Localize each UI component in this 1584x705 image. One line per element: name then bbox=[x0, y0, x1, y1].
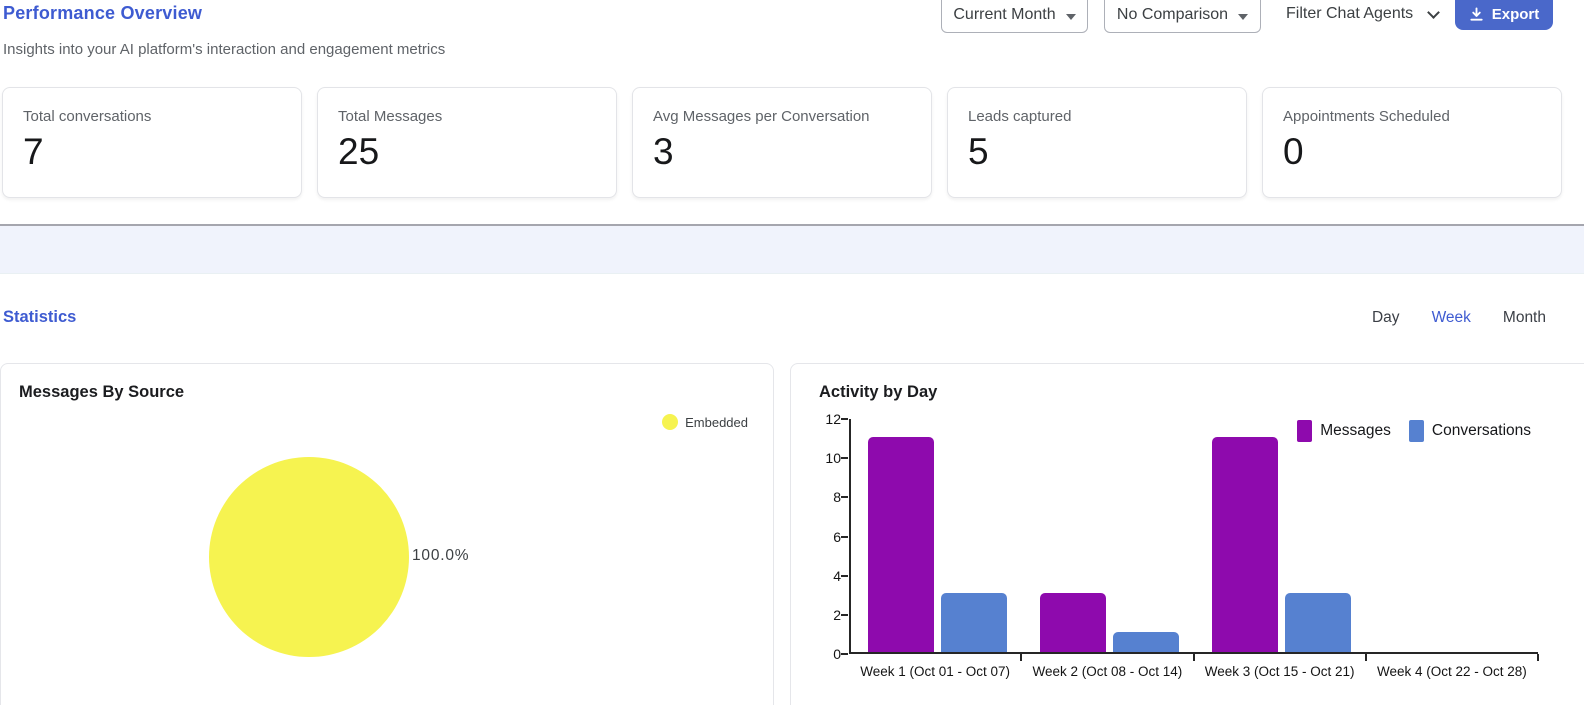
x-category-label: Week 2 (Oct 08 - Oct 14) bbox=[1021, 664, 1193, 679]
pie-chart-title: Messages By Source bbox=[19, 383, 184, 402]
metric-label: Avg Messages per Conversation bbox=[653, 108, 911, 125]
y-tick-label: 12 bbox=[795, 411, 841, 427]
page-subtitle: Insights into your AI platform's interac… bbox=[3, 41, 445, 58]
y-tick-label: 0 bbox=[795, 646, 841, 662]
period-dropdown-value: Current Month bbox=[953, 6, 1055, 24]
metric-value: 7 bbox=[23, 131, 281, 173]
statistics-title: Statistics bbox=[3, 308, 76, 327]
y-tick-mark bbox=[841, 653, 848, 655]
caret-down-icon bbox=[1066, 14, 1076, 20]
x-tick-mark bbox=[1020, 654, 1022, 661]
messages-by-source-card: Messages By Source Embedded 100.0% bbox=[0, 363, 774, 705]
y-tick-label: 2 bbox=[795, 607, 841, 623]
export-button[interactable]: Export bbox=[1455, 0, 1553, 30]
section-divider-band bbox=[0, 224, 1584, 274]
x-category-label: Week 4 (Oct 22 - Oct 28) bbox=[1366, 664, 1538, 679]
toggle-week[interactable]: Week bbox=[1432, 309, 1471, 327]
bar-messages-1 bbox=[868, 437, 934, 652]
filter-chat-agents-label: Filter Chat Agents bbox=[1286, 5, 1413, 23]
metric-value: 5 bbox=[968, 131, 1226, 173]
bar-messages-2 bbox=[1040, 593, 1106, 652]
legend-label: Embedded bbox=[685, 415, 748, 430]
y-tick-mark bbox=[841, 536, 848, 538]
bar-plot-area bbox=[849, 419, 1538, 654]
pie-slice-embedded bbox=[209, 457, 409, 657]
legend-swatch bbox=[662, 414, 678, 430]
bar-conversations-3 bbox=[1285, 593, 1351, 652]
comparison-dropdown[interactable]: No Comparison bbox=[1104, 0, 1261, 33]
metric-label: Appointments Scheduled bbox=[1283, 108, 1541, 125]
metric-value: 3 bbox=[653, 131, 911, 173]
metric-card-appointments-scheduled: Appointments Scheduled 0 bbox=[1262, 87, 1562, 198]
y-tick-mark bbox=[841, 614, 848, 616]
x-tick-mark bbox=[1365, 654, 1367, 661]
metric-card-avg-messages: Avg Messages per Conversation 3 bbox=[632, 87, 932, 198]
pie-legend-item-embedded: Embedded bbox=[662, 414, 748, 430]
chevron-down-icon bbox=[1427, 6, 1440, 19]
period-dropdown[interactable]: Current Month bbox=[941, 0, 1088, 33]
bar-conversations-2 bbox=[1113, 632, 1179, 652]
x-category-label: Week 1 (Oct 01 - Oct 07) bbox=[849, 664, 1021, 679]
filter-chat-agents-dropdown[interactable]: Filter Chat Agents bbox=[1286, 5, 1438, 23]
metric-value: 0 bbox=[1283, 131, 1541, 173]
metric-cards-row: Total conversations 7 Total Messages 25 … bbox=[2, 87, 1562, 198]
y-tick-label: 4 bbox=[795, 568, 841, 584]
metric-value: 25 bbox=[338, 131, 596, 173]
bar-chart-title: Activity by Day bbox=[819, 383, 937, 402]
toggle-day[interactable]: Day bbox=[1372, 309, 1400, 327]
x-tick-mark bbox=[1537, 654, 1539, 661]
y-tick-mark bbox=[841, 457, 848, 459]
y-tick-mark bbox=[841, 575, 848, 577]
page-title: Performance Overview bbox=[3, 3, 202, 24]
x-category-label: Week 3 (Oct 15 - Oct 21) bbox=[1194, 664, 1366, 679]
toggle-month[interactable]: Month bbox=[1503, 309, 1546, 327]
granularity-toggle: Day Week Month bbox=[1372, 309, 1546, 327]
bar-conversations-1 bbox=[941, 593, 1007, 652]
y-tick-label: 6 bbox=[795, 529, 841, 545]
metric-card-total-conversations: Total conversations 7 bbox=[2, 87, 302, 198]
bar-messages-3 bbox=[1212, 437, 1278, 652]
metric-card-total-messages: Total Messages 25 bbox=[317, 87, 617, 198]
metric-card-leads-captured: Leads captured 5 bbox=[947, 87, 1247, 198]
y-tick-mark bbox=[841, 418, 848, 420]
comparison-dropdown-value: No Comparison bbox=[1117, 6, 1228, 24]
y-tick-label: 10 bbox=[795, 450, 841, 466]
export-button-label: Export bbox=[1492, 6, 1540, 23]
y-tick-label: 8 bbox=[795, 489, 841, 505]
statistics-header-row: Statistics Day Week Month bbox=[3, 308, 1546, 327]
activity-by-day-card: Activity by Day MessagesConversations 02… bbox=[790, 363, 1584, 705]
y-tick-mark bbox=[841, 496, 848, 498]
x-tick-mark bbox=[1193, 654, 1195, 661]
caret-down-icon bbox=[1238, 14, 1248, 20]
metric-label: Total Messages bbox=[338, 108, 596, 125]
metric-label: Total conversations bbox=[23, 108, 281, 125]
metric-label: Leads captured bbox=[968, 108, 1226, 125]
pie-slice-percentage-label: 100.0% bbox=[412, 547, 469, 565]
download-icon bbox=[1469, 7, 1484, 22]
